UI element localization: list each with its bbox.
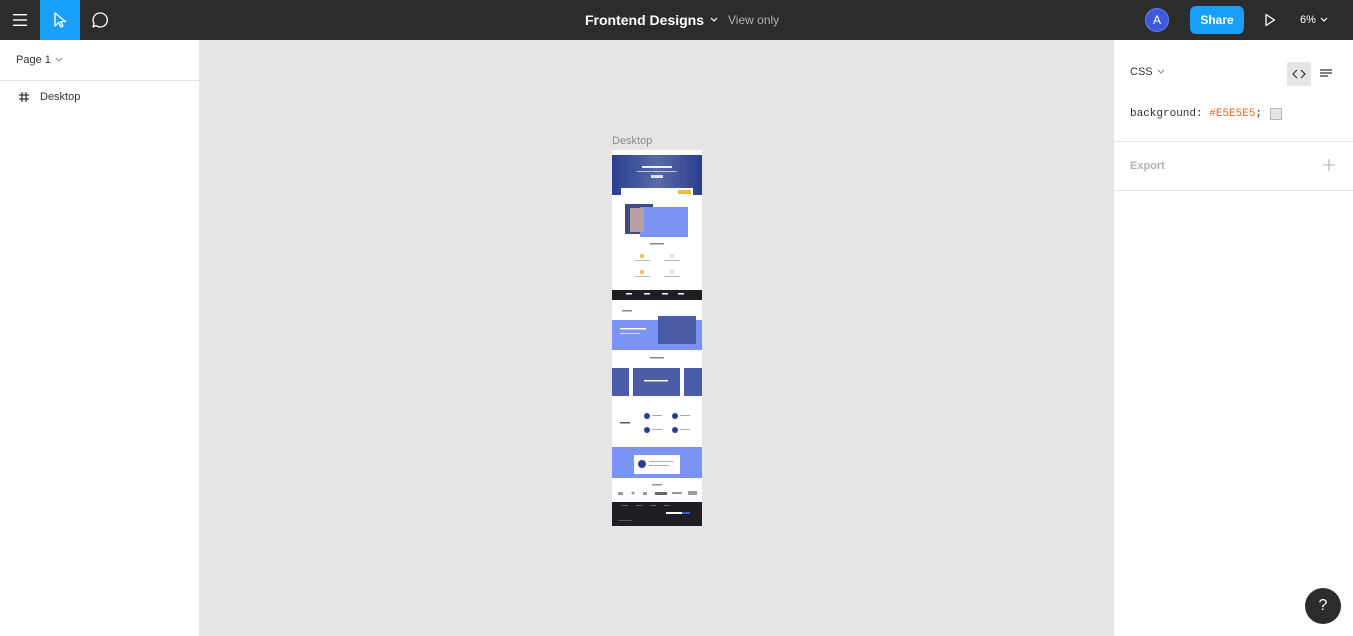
color-swatch	[1270, 108, 1283, 120]
top-toolbar: Frontend Designs View only A Share 6%	[0, 0, 1353, 40]
zoom-level: 6%	[1300, 14, 1316, 26]
chevron-down-icon[interactable]	[710, 17, 718, 23]
design-canvas[interactable]: Desktop	[200, 40, 1113, 636]
css-code-line: background: #E5E5E5;	[1130, 108, 1283, 120]
section-divider	[1114, 141, 1353, 142]
comment-tool-button[interactable]	[80, 0, 120, 40]
css-semicolon: ;	[1255, 108, 1263, 120]
share-button[interactable]: Share	[1190, 6, 1244, 34]
move-tool-button[interactable]	[40, 0, 80, 40]
zoom-menu[interactable]: 6%	[1300, 0, 1328, 40]
chevron-down-icon	[1320, 17, 1328, 22]
move-pointer-icon	[54, 12, 67, 28]
present-play-icon	[1265, 13, 1276, 27]
code-brackets-icon	[1292, 69, 1306, 79]
main-menu-button[interactable]	[0, 0, 40, 40]
user-avatar[interactable]: A	[1145, 8, 1169, 32]
frame-label[interactable]: Desktop	[612, 135, 652, 147]
view-only-label: View only	[728, 13, 780, 27]
layers-panel: Page 1 Desktop	[0, 40, 200, 636]
desktop-design-preview	[612, 150, 702, 526]
inspect-panel: CSS background: #E5E5E5; Export	[1113, 40, 1353, 636]
present-button[interactable]	[1258, 8, 1282, 32]
section-divider	[1114, 190, 1353, 191]
chevron-down-icon	[1157, 69, 1165, 74]
css-property: background:	[1130, 108, 1203, 120]
document-title-area[interactable]: Frontend Designs View only	[585, 0, 779, 40]
chevron-down-icon	[55, 57, 63, 62]
plus-icon	[1323, 159, 1335, 171]
add-export-button[interactable]	[1320, 156, 1338, 174]
text-lines-icon	[1320, 69, 1332, 77]
desktop-frame-thumbnail[interactable]	[612, 150, 702, 526]
comment-icon	[92, 12, 108, 28]
page-label: Page 1	[16, 54, 51, 66]
document-title[interactable]: Frontend Designs	[585, 12, 704, 28]
code-view-button[interactable]	[1287, 62, 1311, 86]
code-language-label: CSS	[1130, 66, 1153, 78]
list-view-button[interactable]	[1314, 62, 1338, 86]
code-language-selector[interactable]: CSS	[1130, 66, 1165, 78]
layer-label: Desktop	[40, 91, 81, 103]
frame-hash-icon	[19, 92, 29, 102]
layer-item-desktop[interactable]: Desktop	[0, 81, 199, 113]
help-button[interactable]: ?	[1305, 588, 1341, 624]
export-section-label: Export	[1130, 160, 1165, 172]
hamburger-menu-icon	[13, 14, 27, 26]
page-selector[interactable]: Page 1	[0, 40, 199, 81]
css-value: #E5E5E5	[1209, 108, 1256, 120]
